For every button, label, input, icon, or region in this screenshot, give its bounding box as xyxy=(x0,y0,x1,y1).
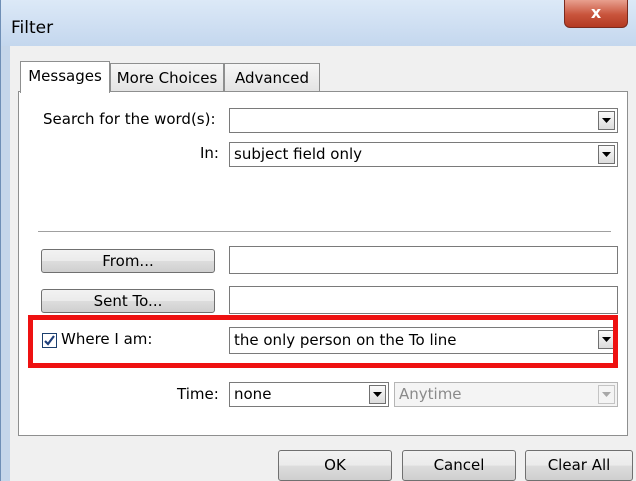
separator xyxy=(38,231,611,233)
search-dropdown-button[interactable] xyxy=(598,111,615,130)
time-dropdown-button[interactable] xyxy=(369,385,386,404)
clear-all-button[interactable]: Clear All xyxy=(525,450,633,481)
chevron-down-icon xyxy=(602,152,611,157)
tab-messages[interactable]: Messages xyxy=(20,61,110,93)
search-label: Search for the word(s): xyxy=(43,110,216,128)
time-value: none xyxy=(234,385,272,403)
ok-button[interactable]: OK xyxy=(278,450,392,481)
sent-to-field[interactable] xyxy=(229,286,618,314)
filter-dialog: Filter x Messages More Choices Advanced … xyxy=(0,0,636,481)
in-label: In: xyxy=(200,144,219,162)
tab-advanced[interactable]: Advanced xyxy=(224,63,320,93)
from-button[interactable]: From... xyxy=(41,249,215,273)
time-range-value: Anytime xyxy=(399,385,462,403)
time-range-dropdown-button xyxy=(598,385,615,404)
title-bar[interactable]: Filter x xyxy=(1,0,636,46)
in-dropdown-button[interactable] xyxy=(598,145,615,164)
time-range-combobox: Anytime xyxy=(394,382,618,407)
in-value: subject field only xyxy=(234,145,362,163)
chevron-down-icon xyxy=(602,118,611,123)
chevron-down-icon xyxy=(602,392,611,397)
in-combobox[interactable]: subject field only xyxy=(229,142,618,167)
messages-panel: Search for the word(s): In: subject fiel… xyxy=(18,91,628,436)
close-button[interactable]: x xyxy=(564,0,628,28)
tab-more-choices[interactable]: More Choices xyxy=(110,63,224,93)
window-title: Filter xyxy=(11,18,54,38)
from-field[interactable] xyxy=(229,246,618,274)
cancel-button[interactable]: Cancel xyxy=(402,450,516,481)
time-label: Time: xyxy=(177,385,219,403)
sent-to-button[interactable]: Sent To... xyxy=(41,289,215,313)
highlight-box xyxy=(28,315,618,368)
time-combobox[interactable]: none xyxy=(229,382,389,407)
search-combobox[interactable] xyxy=(229,108,618,133)
chevron-down-icon xyxy=(373,392,382,397)
dialog-body: Messages More Choices Advanced Search fo… xyxy=(10,46,636,481)
